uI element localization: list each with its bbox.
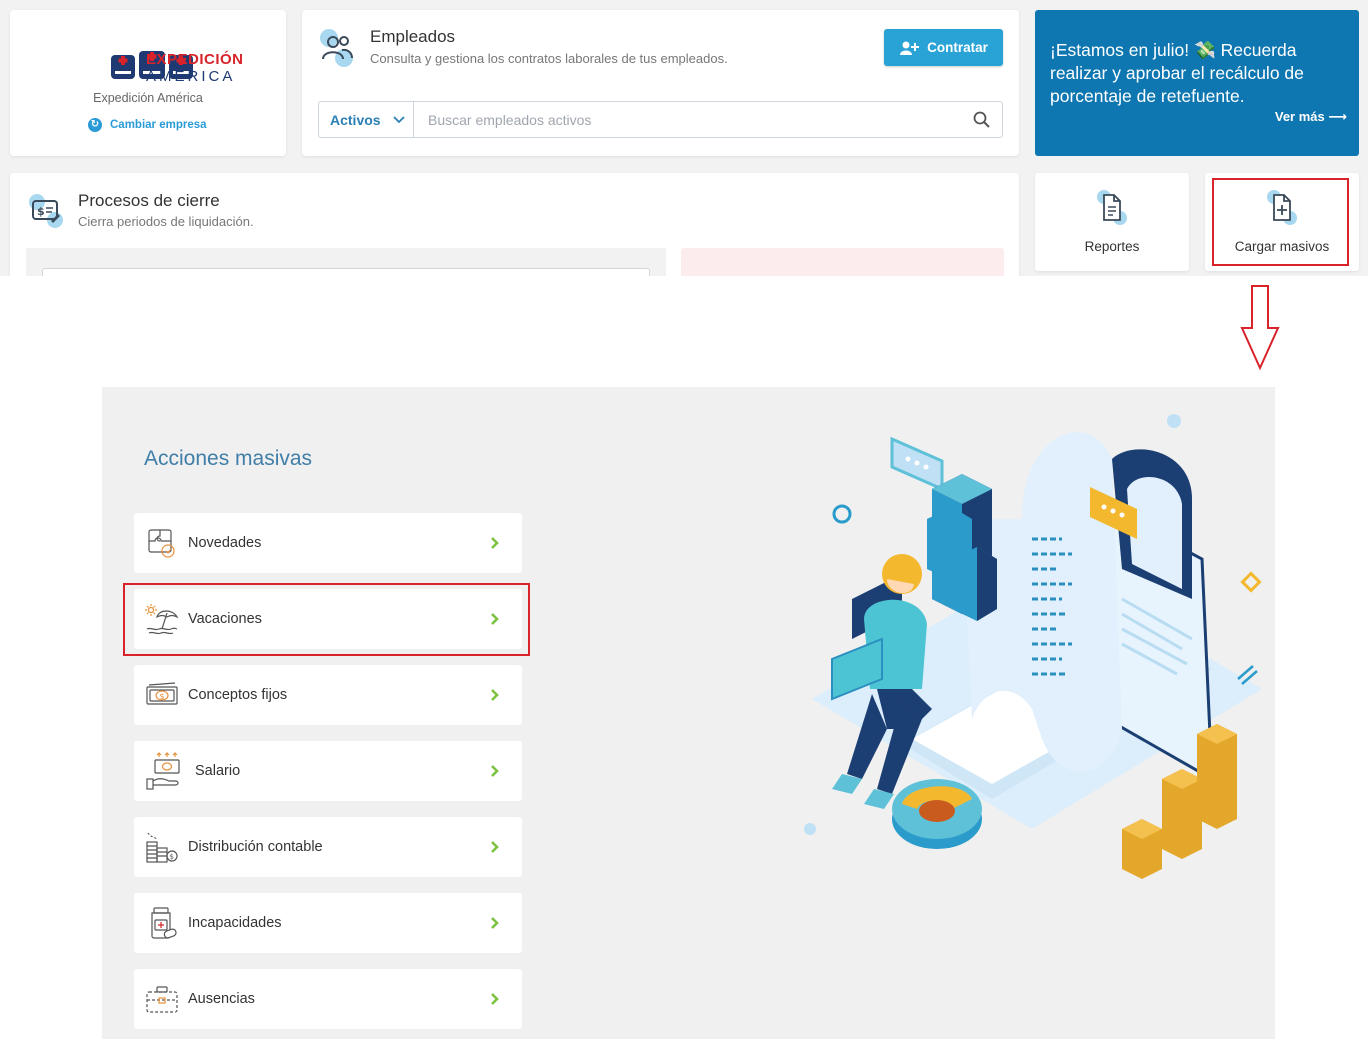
closing-period-box bbox=[42, 268, 650, 276]
logo-line2: AMÉRICA bbox=[146, 68, 236, 85]
action-item-conceptos-fijos[interactable]: $ Conceptos fijos bbox=[134, 665, 522, 725]
chevron-right-icon bbox=[480, 688, 510, 702]
action-label: Vacaciones bbox=[188, 611, 262, 627]
chevron-right-icon bbox=[480, 840, 510, 854]
action-label: Conceptos fijos bbox=[188, 687, 288, 703]
svg-text:$: $ bbox=[170, 853, 174, 861]
status-filter-select[interactable]: Activos bbox=[319, 102, 414, 137]
bulk-upload-tile[interactable]: Cargar masivos bbox=[1205, 173, 1359, 271]
closing-period-panel bbox=[26, 248, 666, 276]
company-name: Expedición América bbox=[93, 91, 203, 105]
reports-tile[interactable]: Reportes bbox=[1035, 173, 1189, 271]
money-bill-icon: $ bbox=[145, 678, 179, 712]
action-item-incapacidades[interactable]: Incapacidades bbox=[134, 893, 522, 953]
medicine-icon bbox=[145, 906, 179, 940]
bulk-upload-label: Cargar masivos bbox=[1234, 239, 1330, 254]
chevron-right-icon bbox=[480, 612, 510, 626]
hire-button[interactable]: Contratar bbox=[884, 29, 1003, 66]
search-icon[interactable] bbox=[962, 102, 1002, 137]
logo-line1: EXPEDICIÓN bbox=[146, 51, 244, 68]
chevron-right-icon bbox=[480, 764, 510, 778]
closing-processes-card: $ Procesos de cierre Cierra periodos de … bbox=[10, 173, 1019, 276]
action-label: Novedades bbox=[188, 535, 262, 551]
chevron-right-icon bbox=[480, 536, 510, 550]
employees-title: Empleados bbox=[370, 27, 456, 46]
closing-alert-panel bbox=[681, 248, 1004, 276]
briefcase-icon bbox=[145, 982, 179, 1016]
coins-stack-icon: $ bbox=[145, 830, 179, 864]
employees-card: Empleados Consulta y gestiona los contra… bbox=[302, 10, 1019, 156]
beach-umbrella-icon bbox=[145, 602, 179, 636]
file-add-icon bbox=[1263, 190, 1301, 226]
puzzle-icon bbox=[145, 526, 179, 560]
report-document-icon bbox=[1093, 190, 1131, 226]
closing-title: Procesos de cierre bbox=[78, 191, 220, 210]
closing-subtitle: Cierra periodos de liquidación. bbox=[78, 214, 254, 229]
change-company-label: Cambiar empresa bbox=[110, 119, 207, 131]
company-logo: EXPEDICIÓN AMÉRICA bbox=[58, 47, 250, 85]
employee-search-bar: Activos bbox=[318, 101, 1003, 138]
employee-search-input[interactable] bbox=[414, 102, 962, 137]
promo-see-more-link[interactable]: Ver más ⟶ bbox=[1275, 109, 1347, 125]
promo-banner: ¡Estamos en julio! 💸 Recuerda realizar y… bbox=[1035, 10, 1359, 156]
action-label: Incapacidades bbox=[188, 915, 282, 931]
action-item-ausencias[interactable]: Ausencias bbox=[134, 969, 522, 1029]
chevron-down-icon bbox=[392, 115, 405, 123]
promo-text: ¡Estamos en julio! 💸 Recuerda realizar y… bbox=[1050, 40, 1304, 106]
svg-text:$: $ bbox=[37, 205, 45, 218]
hire-label: Contratar bbox=[927, 40, 988, 55]
action-label: Distribución contable bbox=[188, 839, 323, 855]
bulk-actions-title: Acciones masivas bbox=[144, 447, 313, 470]
employees-subtitle: Consulta y gestiona los contratos labora… bbox=[370, 51, 728, 66]
down-arrow-icon bbox=[1240, 284, 1280, 372]
closing-icon: $ bbox=[27, 193, 65, 229]
action-item-vacaciones[interactable]: Vacaciones bbox=[134, 589, 522, 649]
refresh-icon: ↻ bbox=[88, 118, 102, 132]
svg-text:$: $ bbox=[160, 692, 165, 701]
action-label: Ausencias bbox=[188, 991, 255, 1007]
chevron-right-icon bbox=[480, 992, 510, 1006]
reports-label: Reportes bbox=[1084, 239, 1140, 254]
add-user-icon bbox=[900, 41, 920, 55]
action-item-distribucion-contable[interactable]: $ Distribución contable bbox=[134, 817, 522, 877]
company-card: EXPEDICIÓN AMÉRICA Expedición América ↻ … bbox=[10, 10, 286, 156]
change-company-link[interactable]: ↻ Cambiar empresa bbox=[88, 118, 207, 132]
bulk-actions-panel: Acciones masivas Novedades Vacaciones $ … bbox=[102, 387, 1275, 1039]
status-filter-value: Activos bbox=[330, 111, 381, 128]
employees-icon bbox=[318, 28, 356, 68]
dashboard-top: EXPEDICIÓN AMÉRICA Expedición América ↻ … bbox=[0, 0, 1368, 276]
action-item-novedades[interactable]: Novedades bbox=[134, 513, 522, 573]
salary-hand-icon bbox=[145, 752, 185, 790]
action-label: Salario bbox=[195, 763, 241, 779]
chevron-right-icon bbox=[480, 916, 510, 930]
bulk-actions-illustration bbox=[792, 399, 1272, 889]
action-item-salario[interactable]: Salario bbox=[134, 741, 522, 801]
